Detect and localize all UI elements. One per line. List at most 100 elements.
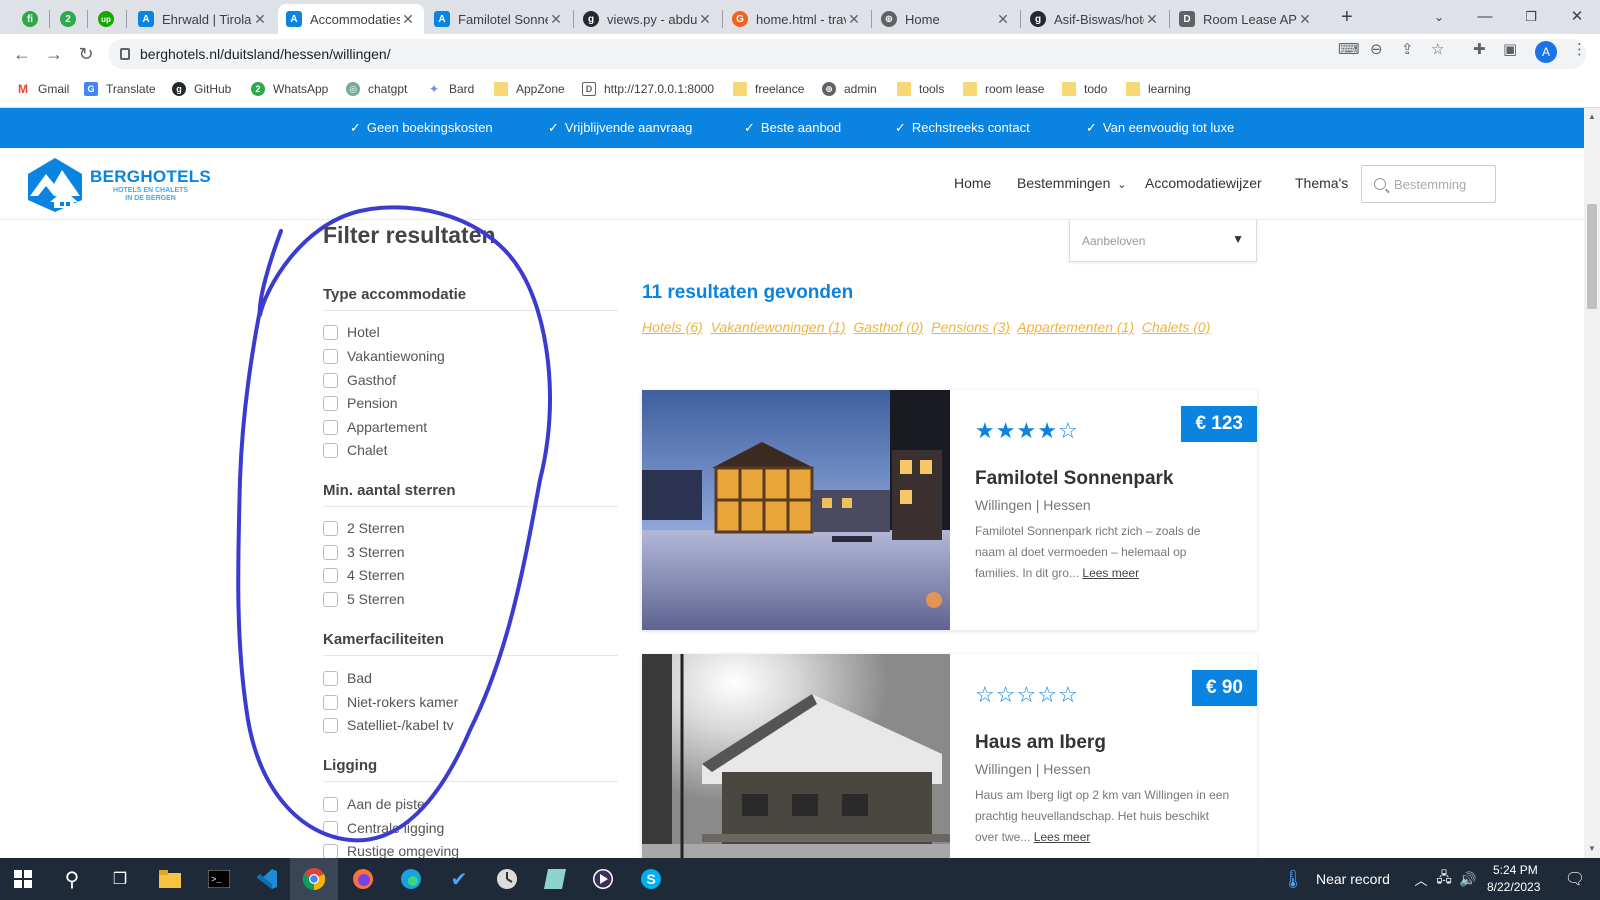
- pinned-tab-1[interactable]: fi: [14, 4, 48, 34]
- tab-views-py[interactable]: g views.py - abdur ✕: [575, 4, 721, 34]
- filter-option-chalet[interactable]: Chalet: [323, 442, 387, 458]
- pinned-tab-2[interactable]: 2: [52, 4, 86, 34]
- network-icon[interactable]: 🖧: [1431, 866, 1457, 892]
- tab-accommodaties[interactable]: A Accommodaties ✕: [278, 4, 424, 34]
- checkbox[interactable]: [323, 694, 338, 710]
- bookmark-github[interactable]: g GitHub: [172, 82, 231, 96]
- filter-option-bad[interactable]: Bad: [323, 670, 372, 686]
- notes-app-icon[interactable]: [542, 866, 568, 892]
- hotel-photo[interactable]: [642, 654, 950, 858]
- tab-room-lease-api[interactable]: D Room Lease API ✕: [1171, 4, 1321, 34]
- bookmark-learning[interactable]: learning: [1126, 82, 1191, 96]
- hotel-photo[interactable]: [642, 390, 950, 630]
- checkbox[interactable]: [323, 567, 338, 583]
- share-icon[interactable]: ⇪: [1401, 40, 1414, 58]
- type-link-appartementen[interactable]: Appartementen (1): [1017, 319, 1134, 335]
- read-more-link[interactable]: Lees meer: [1034, 830, 1091, 844]
- bookmark-star-icon[interactable]: ☆: [1431, 40, 1444, 58]
- checkbox[interactable]: [323, 544, 338, 560]
- bookmark-room-lease[interactable]: room lease: [963, 82, 1044, 96]
- bookmark-todo[interactable]: todo: [1062, 82, 1107, 96]
- tab-search-icon[interactable]: ⌄: [1416, 4, 1462, 30]
- destination-search-input[interactable]: Bestemming: [1361, 165, 1496, 203]
- close-tab-icon[interactable]: ✕: [995, 11, 1011, 28]
- filter-option-pension[interactable]: Pension: [323, 395, 398, 411]
- minimize-icon[interactable]: —: [1462, 4, 1508, 30]
- pinned-tab-3[interactable]: up: [90, 4, 124, 34]
- close-tab-icon[interactable]: ✕: [548, 11, 564, 28]
- tab-home-html[interactable]: G home.html - trav ✕: [724, 4, 870, 34]
- type-link-gasthof[interactable]: Gasthof (0): [853, 319, 923, 335]
- checkbox[interactable]: [323, 520, 338, 536]
- filter-option-vakantiewoning[interactable]: Vakantiewoning: [323, 348, 445, 364]
- lock-icon[interactable]: [120, 48, 130, 60]
- bookmark-appzone[interactable]: AppZone: [494, 82, 565, 96]
- filter-option-aan-de-piste[interactable]: Aan de piste: [323, 796, 425, 812]
- page-scrollbar[interactable]: ▲ ▼: [1584, 108, 1600, 858]
- clock-date[interactable]: 8/22/2023: [1487, 880, 1540, 894]
- bookmark-chatgpt[interactable]: ◎ chatgpt: [346, 82, 407, 96]
- todo-check-icon[interactable]: ✔: [446, 866, 472, 892]
- extensions-icon[interactable]: ✚: [1473, 40, 1486, 58]
- edge-icon[interactable]: [398, 866, 424, 892]
- sort-dropdown[interactable]: Aanbeloven ▼: [1069, 220, 1257, 262]
- menu-kebab-icon[interactable]: ⋮: [1572, 40, 1587, 58]
- type-link-chalets[interactable]: Chalets (0): [1142, 319, 1210, 335]
- scrollbar-thumb[interactable]: [1587, 204, 1597, 309]
- file-explorer-icon[interactable]: [157, 866, 183, 892]
- filter-option-niet-rokers[interactable]: Niet-rokers kamer: [323, 694, 458, 710]
- scroll-down-arrow-icon[interactable]: ▼: [1584, 844, 1600, 853]
- bookmark-admin[interactable]: ⊕ admin: [822, 82, 877, 96]
- tab-ehrwald[interactable]: A Ehrwald | Tirolal ✕: [130, 4, 276, 34]
- filter-option-4-sterren[interactable]: 4 Sterren: [323, 567, 405, 583]
- media-player-icon[interactable]: [590, 866, 616, 892]
- filter-option-2-sterren[interactable]: 2 Sterren: [323, 520, 405, 536]
- windows-start-icon[interactable]: [10, 866, 36, 892]
- hotel-name[interactable]: Haus am Iberg: [975, 732, 1106, 754]
- thermometer-weather-icon[interactable]: 🌡: [1280, 866, 1306, 892]
- tab-home[interactable]: ⊕ Home ✕: [873, 4, 1019, 34]
- vscode-icon[interactable]: [254, 866, 280, 892]
- bookmark-gmail[interactable]: M Gmail: [16, 82, 69, 96]
- close-tab-icon[interactable]: ✕: [252, 11, 268, 28]
- tab-familotel[interactable]: A Familotel Sonne ✕: [426, 4, 572, 34]
- checkbox[interactable]: [323, 796, 338, 812]
- clock-time[interactable]: 5:24 PM: [1493, 863, 1538, 877]
- read-more-link[interactable]: Lees meer: [1082, 566, 1139, 580]
- reload-icon[interactable]: ↻: [74, 42, 98, 66]
- bookmark-translate[interactable]: G Translate: [84, 82, 156, 96]
- chrome-icon[interactable]: [301, 866, 327, 892]
- tab-asif-biswas[interactable]: g Asif-Biswas/hote ✕: [1022, 4, 1168, 34]
- nav-bestemmingen[interactable]: Bestemmingen ⌄: [1017, 175, 1127, 191]
- bookmark-localhost[interactable]: Dhttp://127.0.0.1:8000: [582, 82, 714, 96]
- nav-home[interactable]: Home: [954, 175, 991, 191]
- checkbox[interactable]: [323, 419, 338, 435]
- forward-arrow-icon[interactable]: →: [42, 42, 66, 66]
- firefox-icon[interactable]: [350, 866, 376, 892]
- terminal-icon[interactable]: >_: [206, 866, 232, 892]
- type-link-vakantiewoningen[interactable]: Vakantiewoningen (1): [711, 319, 846, 335]
- weather-status[interactable]: Near record: [1316, 871, 1390, 887]
- close-window-icon[interactable]: ✕: [1554, 4, 1600, 30]
- task-view-icon[interactable]: ❒: [107, 866, 133, 892]
- checkbox[interactable]: [323, 717, 338, 733]
- type-link-hotels[interactable]: Hotels (6): [642, 319, 703, 335]
- checkbox[interactable]: [323, 372, 338, 388]
- close-tab-icon[interactable]: ✕: [1144, 11, 1160, 28]
- filter-option-appartement[interactable]: Appartement: [323, 419, 427, 435]
- side-panel-icon[interactable]: ▣: [1503, 40, 1517, 58]
- clock-app-icon[interactable]: [494, 866, 520, 892]
- close-tab-icon[interactable]: ✕: [1297, 11, 1313, 28]
- volume-icon[interactable]: 🔊: [1455, 866, 1481, 892]
- result-card-haus-am-iberg[interactable]: € 90 ☆ ☆ ☆ ☆ ☆ Haus am Iberg Willingen |…: [642, 654, 1257, 858]
- bookmark-bard[interactable]: ✦ Bard: [427, 82, 474, 96]
- filter-option-rustige-omgeving[interactable]: Rustige omgeving: [323, 843, 459, 858]
- berghotels-logo[interactable]: BERGHOTELS HOTELS EN CHALETS IN DE BERGE…: [24, 156, 211, 214]
- checkbox[interactable]: [323, 591, 338, 607]
- bookmark-tools[interactable]: tools: [897, 82, 944, 96]
- new-tab-button[interactable]: +: [1341, 6, 1353, 29]
- nav-themas[interactable]: Thema's: [1295, 175, 1348, 191]
- bookmark-whatsapp[interactable]: 2 WhatsApp: [251, 82, 328, 96]
- filter-option-gasthof[interactable]: Gasthof: [323, 372, 396, 388]
- translate-icon[interactable]: ⌨: [1338, 40, 1360, 58]
